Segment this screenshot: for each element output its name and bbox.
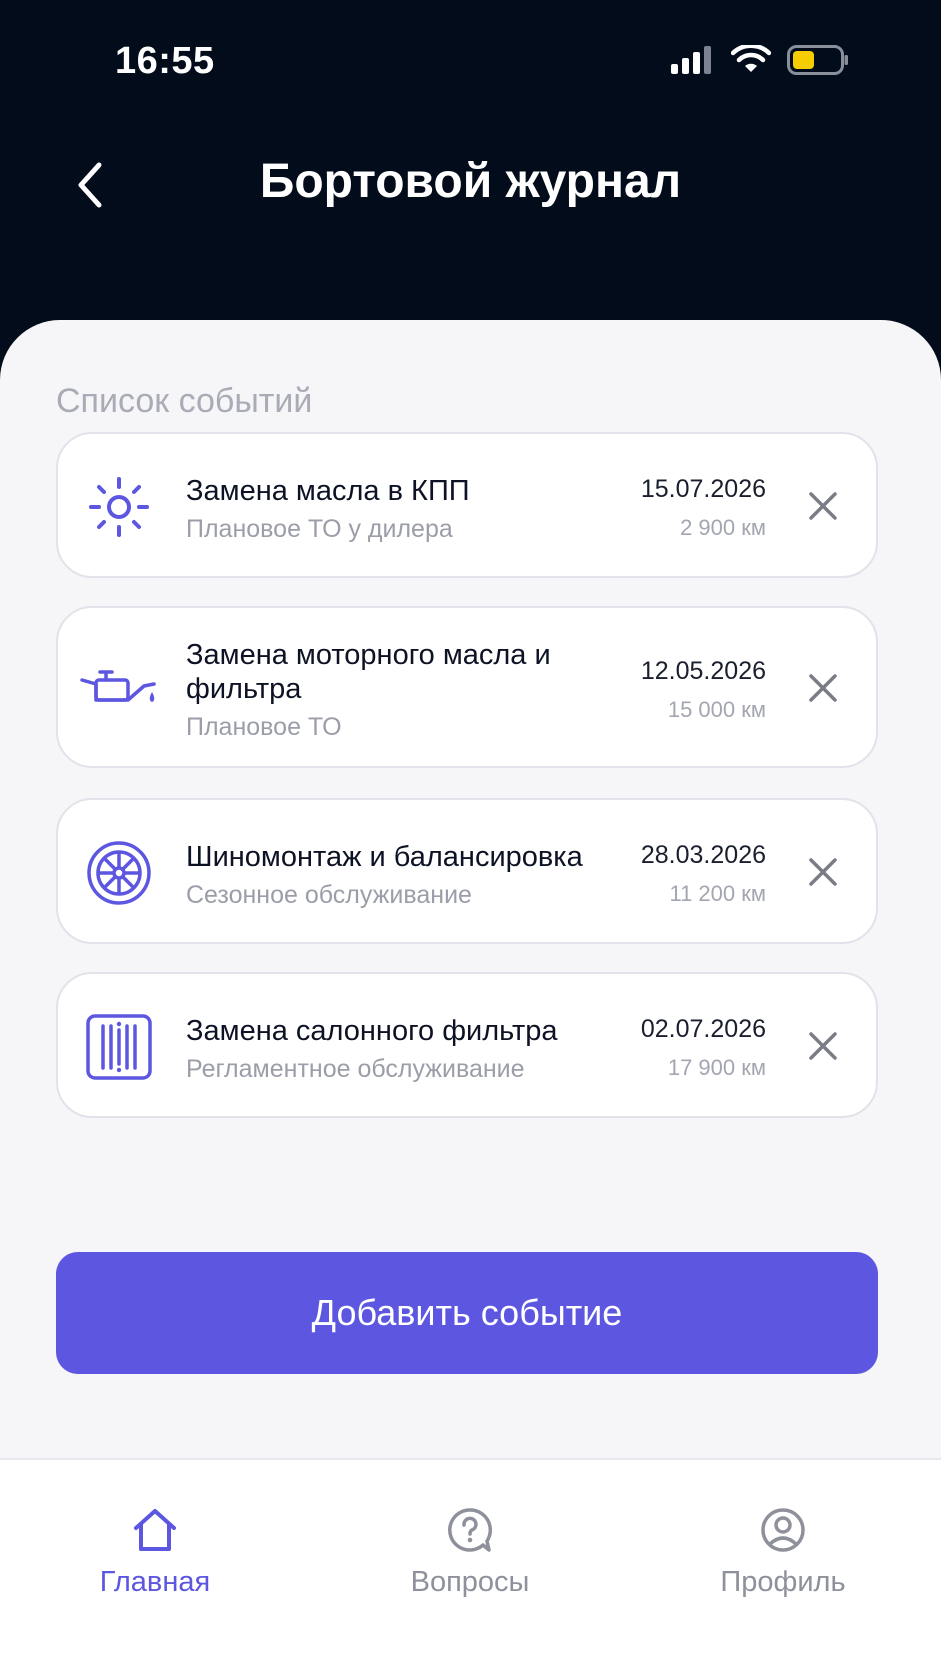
event-subtitle: Сезонное обслуживание — [186, 881, 472, 909]
close-icon — [809, 1032, 837, 1060]
battery-icon — [787, 45, 848, 75]
event-date: 28.03.2026 — [640, 841, 766, 869]
close-icon — [809, 492, 837, 520]
event-mileage: 2 900 км — [680, 515, 766, 540]
close-icon — [809, 858, 837, 886]
event-mileage: 11 200 км — [669, 881, 766, 906]
nav-item-home[interactable]: Главная — [55, 1500, 255, 1599]
event-meta: 12.05.2026 15 000 км — [641, 656, 766, 724]
wifi-icon — [731, 45, 771, 72]
nav-item-profile[interactable]: Профиль — [683, 1500, 883, 1599]
event-subtitle: Плановое ТО — [186, 713, 342, 741]
nav-label: Профиль — [720, 1566, 846, 1598]
event-date: 02.07.2026 — [640, 1015, 766, 1043]
event-date: 12.05.2026 — [640, 657, 766, 685]
add-event-button[interactable]: Добавить событие — [56, 1252, 878, 1374]
nav-item-questions[interactable]: Вопросы — [370, 1500, 570, 1599]
close-icon — [809, 674, 837, 702]
event-title: Замена масла в КПП — [186, 475, 470, 507]
event-card[interactable]: Замена салонного фильтра Регламентное об… — [56, 972, 878, 1118]
event-card[interactable]: Замена моторного масла и фильтра Планово… — [56, 606, 878, 768]
event-text: Замена масла в КПП Плановое ТО у дилера — [186, 474, 646, 544]
status-icons — [671, 45, 849, 75]
event-text: Шиномонтаж и балансировка Сезонное обслу… — [186, 840, 646, 910]
event-mileage: 17 900 км — [667, 1055, 766, 1080]
section-title: Список событий — [56, 382, 313, 420]
event-card[interactable]: Шиномонтаж и балансировка Сезонное обслу… — [56, 798, 878, 944]
content-sheet: Список событий Замена масла в КПП Планов… — [0, 320, 941, 1458]
delete-button[interactable] — [798, 663, 848, 713]
sun-gear-icon — [84, 472, 154, 542]
home-icon — [55, 1500, 255, 1560]
nav-label: Главная — [99, 1566, 211, 1598]
header: Бортовой журнал — [0, 130, 941, 320]
delete-button[interactable] — [798, 1021, 848, 1071]
event-title: Замена моторного масла и фильтра — [186, 639, 551, 705]
event-meta: 28.03.2026 11 200 км — [641, 840, 766, 908]
event-subtitle: Плановое ТО у дилера — [186, 515, 453, 543]
event-title: Шиномонтаж и балансировка — [186, 841, 583, 873]
event-date: 15.07.2026 — [640, 475, 766, 503]
cabin-filter-icon — [84, 1012, 154, 1082]
event-meta: 02.07.2026 17 900 км — [641, 1014, 766, 1082]
bottom-nav: Главная Вопросы Профиль — [0, 1458, 941, 1672]
wheel-icon — [84, 838, 154, 908]
event-text: Замена салонного фильтра Регламентное об… — [186, 1014, 646, 1084]
signal-icon — [671, 46, 711, 74]
event-text: Замена моторного масла и фильтра Планово… — [186, 638, 646, 742]
nav-label: Вопросы — [410, 1566, 530, 1598]
status-time: 16:55 — [115, 40, 215, 82]
event-subtitle: Регламентное обслуживание — [186, 1055, 525, 1083]
event-title: Замена салонного фильтра — [186, 1015, 558, 1047]
page-title: Бортовой журнал — [259, 155, 682, 208]
profile-icon — [683, 1500, 883, 1560]
delete-button[interactable] — [798, 847, 848, 897]
status-bar: 16:55 — [0, 0, 941, 130]
question-icon — [370, 1500, 570, 1560]
oil-can-icon — [80, 652, 158, 722]
event-mileage: 15 000 км — [667, 697, 766, 722]
event-meta: 15.07.2026 2 900 км — [641, 474, 766, 542]
app-screen: 16:55 Бортовой журнал Список событий Зам… — [0, 0, 941, 1672]
event-card[interactable]: Замена масла в КПП Плановое ТО у дилера … — [56, 432, 878, 578]
delete-button[interactable] — [798, 481, 848, 531]
